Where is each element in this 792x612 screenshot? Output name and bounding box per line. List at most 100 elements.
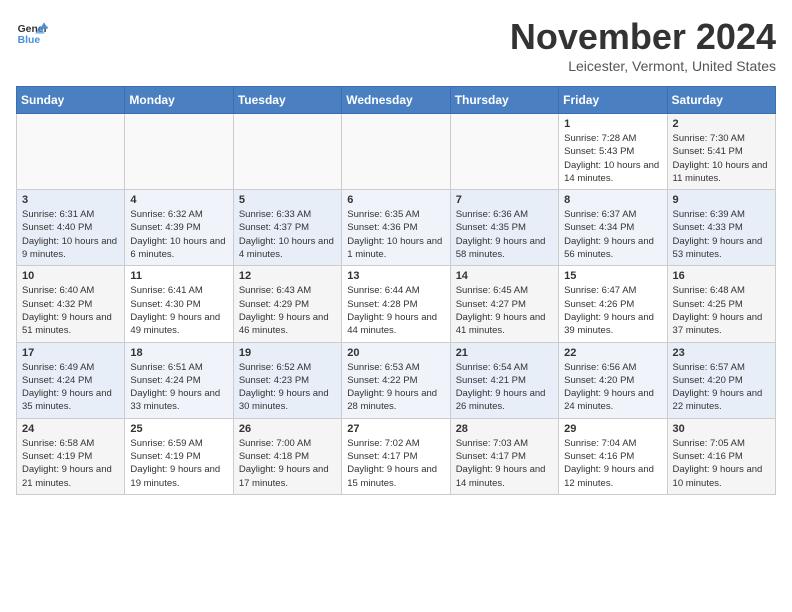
day-cell: 16 Sunrise: 6:48 AM Sunset: 4:25 PM Dayli… xyxy=(667,266,775,342)
week-row-1: 1 Sunrise: 7:28 AM Sunset: 5:43 PM Daylig… xyxy=(17,114,776,190)
day-number: 20 xyxy=(347,347,444,359)
day-cell: 15 Sunrise: 6:47 AM Sunset: 4:26 PM Dayli… xyxy=(559,266,667,342)
weekday-header-friday: Friday xyxy=(559,87,667,114)
day-cell: 8 Sunrise: 6:37 AM Sunset: 4:34 PM Daylig… xyxy=(559,190,667,266)
week-row-4: 17Sunrise: 6:49 AM Sunset: 4:24 PM Dayli… xyxy=(17,342,776,418)
day-number: 12 xyxy=(239,270,336,282)
day-cell xyxy=(233,114,341,190)
day-cell: 28 Sunrise: 7:03 AM Sunset: 4:17 PM Dayli… xyxy=(450,418,558,494)
day-info: Sunrise: 7:30 AM Sunset: 5:41 PM Dayligh… xyxy=(673,132,770,185)
day-cell xyxy=(450,114,558,190)
weekday-header-thursday: Thursday xyxy=(450,87,558,114)
day-info: Sunrise: 6:51 AM Sunset: 4:24 PM Dayligh… xyxy=(130,361,227,414)
day-number: 6 xyxy=(347,194,444,206)
day-cell: 11Sunrise: 6:41 AM Sunset: 4:30 PM Dayli… xyxy=(125,266,233,342)
day-number: 29 xyxy=(564,423,661,435)
location-subtitle: Leicester, Vermont, United States xyxy=(510,58,776,74)
day-info: Sunrise: 7:28 AM Sunset: 5:43 PM Dayligh… xyxy=(564,132,661,185)
weekday-header-wednesday: Wednesday xyxy=(342,87,450,114)
day-number: 17 xyxy=(22,347,119,359)
day-cell: 10 Sunrise: 6:40 AM Sunset: 4:32 PM Dayli… xyxy=(17,266,125,342)
day-cell xyxy=(125,114,233,190)
day-cell: 6 Sunrise: 6:35 AM Sunset: 4:36 PM Daylig… xyxy=(342,190,450,266)
day-number: 22 xyxy=(564,347,661,359)
day-number: 21 xyxy=(456,347,553,359)
day-cell: 2 Sunrise: 7:30 AM Sunset: 5:41 PM Daylig… xyxy=(667,114,775,190)
day-cell: 5Sunrise: 6:33 AM Sunset: 4:37 PM Daylig… xyxy=(233,190,341,266)
day-number: 2 xyxy=(673,118,770,130)
day-info: Sunrise: 6:40 AM Sunset: 4:32 PM Dayligh… xyxy=(22,284,119,337)
day-cell: 24Sunrise: 6:58 AM Sunset: 4:19 PM Dayli… xyxy=(17,418,125,494)
day-number: 3 xyxy=(22,194,119,206)
day-cell: 12 Sunrise: 6:43 AM Sunset: 4:29 PM Dayli… xyxy=(233,266,341,342)
day-number: 5 xyxy=(239,194,336,206)
day-info: Sunrise: 6:56 AM Sunset: 4:20 PM Dayligh… xyxy=(564,361,661,414)
day-number: 25 xyxy=(130,423,227,435)
day-cell: 9 Sunrise: 6:39 AM Sunset: 4:33 PM Daylig… xyxy=(667,190,775,266)
day-number: 30 xyxy=(673,423,770,435)
day-number: 15 xyxy=(564,270,661,282)
day-cell: 7 Sunrise: 6:36 AM Sunset: 4:35 PM Daylig… xyxy=(450,190,558,266)
day-info: Sunrise: 6:44 AM Sunset: 4:28 PM Dayligh… xyxy=(347,284,444,337)
day-info: Sunrise: 6:48 AM Sunset: 4:25 PM Dayligh… xyxy=(673,284,770,337)
day-info: Sunrise: 6:45 AM Sunset: 4:27 PM Dayligh… xyxy=(456,284,553,337)
page-header: General Blue November 2024 Leicester, Ve… xyxy=(16,16,776,74)
day-number: 4 xyxy=(130,194,227,206)
day-info: Sunrise: 6:36 AM Sunset: 4:35 PM Dayligh… xyxy=(456,208,553,261)
day-info: Sunrise: 6:31 AM Sunset: 4:40 PM Dayligh… xyxy=(22,208,119,261)
svg-text:Blue: Blue xyxy=(18,35,41,46)
day-cell: 13 Sunrise: 6:44 AM Sunset: 4:28 PM Dayli… xyxy=(342,266,450,342)
day-info: Sunrise: 6:39 AM Sunset: 4:33 PM Dayligh… xyxy=(673,208,770,261)
day-info: Sunrise: 7:05 AM Sunset: 4:16 PM Dayligh… xyxy=(673,437,770,490)
day-cell: 20 Sunrise: 6:53 AM Sunset: 4:22 PM Dayli… xyxy=(342,342,450,418)
day-number: 1 xyxy=(564,118,661,130)
day-cell: 14 Sunrise: 6:45 AM Sunset: 4:27 PM Dayli… xyxy=(450,266,558,342)
day-info: Sunrise: 6:52 AM Sunset: 4:23 PM Dayligh… xyxy=(239,361,336,414)
day-cell xyxy=(17,114,125,190)
weekday-header-saturday: Saturday xyxy=(667,87,775,114)
title-area: November 2024 Leicester, Vermont, United… xyxy=(510,16,776,74)
day-number: 9 xyxy=(673,194,770,206)
day-cell: 27 Sunrise: 7:02 AM Sunset: 4:17 PM Dayli… xyxy=(342,418,450,494)
day-info: Sunrise: 7:00 AM Sunset: 4:18 PM Dayligh… xyxy=(239,437,336,490)
month-title: November 2024 xyxy=(510,16,776,58)
week-row-3: 10 Sunrise: 6:40 AM Sunset: 4:32 PM Dayli… xyxy=(17,266,776,342)
day-number: 26 xyxy=(239,423,336,435)
weekday-header-sunday: Sunday xyxy=(17,87,125,114)
weekday-header-row: SundayMondayTuesdayWednesdayThursdayFrid… xyxy=(17,87,776,114)
day-cell: 4 Sunrise: 6:32 AM Sunset: 4:39 PM Daylig… xyxy=(125,190,233,266)
calendar-table: SundayMondayTuesdayWednesdayThursdayFrid… xyxy=(16,86,776,495)
day-cell: 29 Sunrise: 7:04 AM Sunset: 4:16 PM Dayli… xyxy=(559,418,667,494)
day-info: Sunrise: 7:04 AM Sunset: 4:16 PM Dayligh… xyxy=(564,437,661,490)
day-info: Sunrise: 6:58 AM Sunset: 4:19 PM Dayligh… xyxy=(22,437,119,490)
day-cell: 18Sunrise: 6:51 AM Sunset: 4:24 PM Dayli… xyxy=(125,342,233,418)
weekday-header-monday: Monday xyxy=(125,87,233,114)
day-info: Sunrise: 6:57 AM Sunset: 4:20 PM Dayligh… xyxy=(673,361,770,414)
day-cell: 17Sunrise: 6:49 AM Sunset: 4:24 PM Dayli… xyxy=(17,342,125,418)
day-number: 13 xyxy=(347,270,444,282)
day-info: Sunrise: 6:53 AM Sunset: 4:22 PM Dayligh… xyxy=(347,361,444,414)
day-number: 7 xyxy=(456,194,553,206)
day-cell: 22 Sunrise: 6:56 AM Sunset: 4:20 PM Dayli… xyxy=(559,342,667,418)
day-info: Sunrise: 7:03 AM Sunset: 4:17 PM Dayligh… xyxy=(456,437,553,490)
day-info: Sunrise: 6:59 AM Sunset: 4:19 PM Dayligh… xyxy=(130,437,227,490)
day-number: 10 xyxy=(22,270,119,282)
day-info: Sunrise: 6:37 AM Sunset: 4:34 PM Dayligh… xyxy=(564,208,661,261)
day-info: Sunrise: 6:47 AM Sunset: 4:26 PM Dayligh… xyxy=(564,284,661,337)
day-cell: 30 Sunrise: 7:05 AM Sunset: 4:16 PM Dayli… xyxy=(667,418,775,494)
day-cell: 26 Sunrise: 7:00 AM Sunset: 4:18 PM Dayli… xyxy=(233,418,341,494)
day-number: 14 xyxy=(456,270,553,282)
day-info: Sunrise: 6:35 AM Sunset: 4:36 PM Dayligh… xyxy=(347,208,444,261)
day-cell: 1 Sunrise: 7:28 AM Sunset: 5:43 PM Daylig… xyxy=(559,114,667,190)
day-number: 8 xyxy=(564,194,661,206)
day-number: 16 xyxy=(673,270,770,282)
day-cell: 23Sunrise: 6:57 AM Sunset: 4:20 PM Dayli… xyxy=(667,342,775,418)
day-cell: 25 Sunrise: 6:59 AM Sunset: 4:19 PM Dayli… xyxy=(125,418,233,494)
week-row-5: 24Sunrise: 6:58 AM Sunset: 4:19 PM Dayli… xyxy=(17,418,776,494)
day-info: Sunrise: 6:32 AM Sunset: 4:39 PM Dayligh… xyxy=(130,208,227,261)
logo-icon: General Blue xyxy=(16,16,48,48)
day-number: 28 xyxy=(456,423,553,435)
day-info: Sunrise: 6:43 AM Sunset: 4:29 PM Dayligh… xyxy=(239,284,336,337)
day-info: Sunrise: 7:02 AM Sunset: 4:17 PM Dayligh… xyxy=(347,437,444,490)
day-number: 27 xyxy=(347,423,444,435)
